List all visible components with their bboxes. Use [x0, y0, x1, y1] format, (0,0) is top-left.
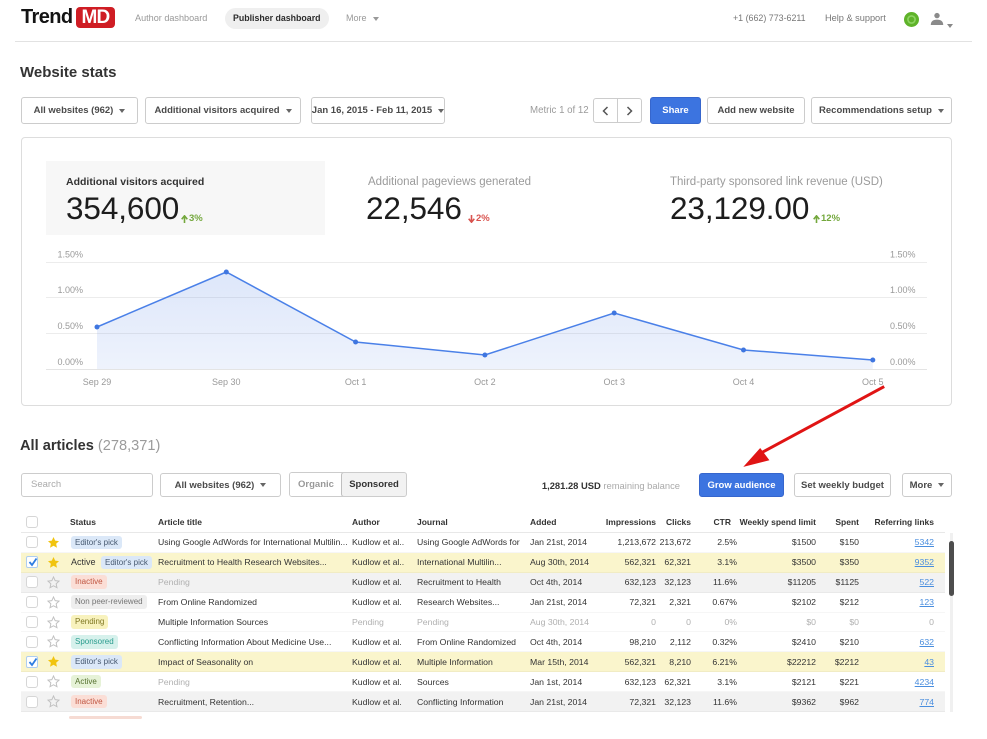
svg-text:Oct 3: Oct 3 [603, 377, 625, 387]
svg-text:1.00%: 1.00% [890, 285, 916, 295]
svg-text:0.50%: 0.50% [890, 321, 916, 331]
svg-text:1.00%: 1.00% [57, 285, 83, 295]
svg-text:0.00%: 0.00% [57, 357, 83, 367]
svg-text:Oct 1: Oct 1 [345, 377, 367, 387]
svg-text:0.00%: 0.00% [890, 357, 916, 367]
svg-text:Sep 30: Sep 30 [212, 377, 241, 387]
svg-text:Oct 2: Oct 2 [474, 377, 496, 387]
svg-text:1.50%: 1.50% [57, 250, 83, 260]
svg-text:0.50%: 0.50% [57, 321, 83, 331]
svg-text:1.50%: 1.50% [890, 250, 916, 260]
svg-text:Sep 29: Sep 29 [83, 377, 112, 387]
